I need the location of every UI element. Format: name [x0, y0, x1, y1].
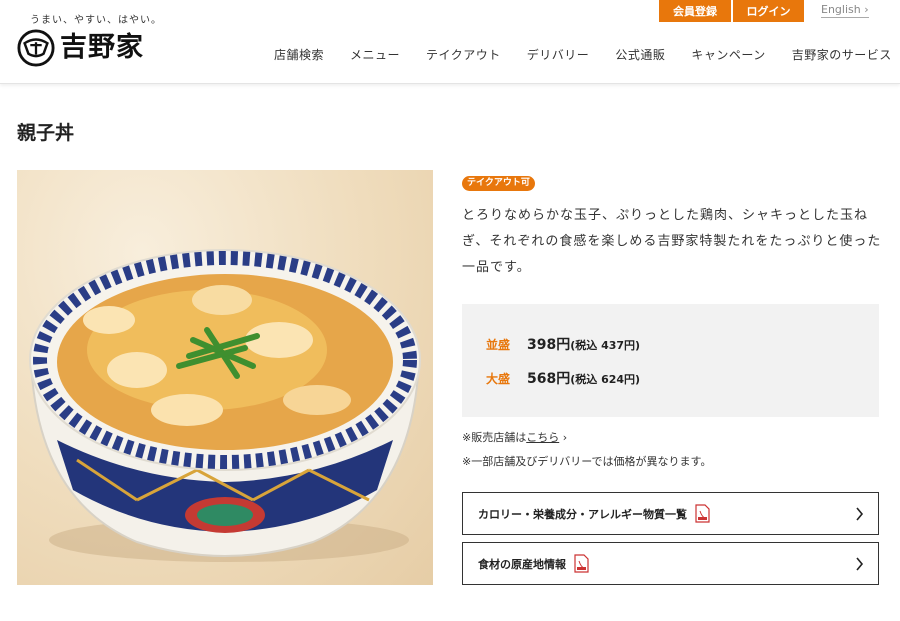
oyakodon-bowl-image	[29, 249, 421, 562]
register-button[interactable]: 会員登録	[659, 0, 731, 22]
logo-text: 吉野家	[60, 32, 144, 63]
english-label: English	[821, 3, 861, 16]
takeout-available-badge: テイクアウト可	[462, 176, 535, 191]
price-regular-tax: (税込 437円)	[570, 339, 641, 352]
site-logo[interactable]: 吉野家	[17, 29, 144, 67]
price-box: 並盛 398円 (税込 437円) 大盛 568円 (税込 624円)	[462, 304, 879, 417]
size-label-large: 大盛	[486, 372, 511, 386]
pdf-file-icon	[574, 554, 589, 573]
nav-takeout[interactable]: テイクアウト	[426, 46, 501, 63]
price-large: 568円	[527, 371, 571, 387]
nav-store-search[interactable]: 店舗検索	[274, 46, 324, 63]
nutrition-info-link[interactable]: カロリー・栄養成分・アレルギー物質一覧	[462, 492, 879, 535]
chevron-right-icon	[856, 557, 864, 571]
price-note: ※一部店舗及びデリバリーでは価格が異なります。	[462, 455, 712, 468]
nav-menu[interactable]: メニュー	[350, 46, 400, 63]
size-label-regular: 並盛	[486, 338, 511, 352]
pdf-file-icon	[695, 504, 710, 523]
english-link[interactable]: English ›	[821, 3, 869, 18]
login-button[interactable]: ログイン	[733, 0, 804, 22]
product-description: とろりなめらかな玉子、ぷりっとした鶏肉、シャキっとした玉ねぎ、それぞれの食感を楽…	[462, 208, 882, 275]
nav-delivery[interactable]: デリバリー	[527, 46, 590, 63]
price-regular: 398円	[527, 337, 571, 353]
price-large-tax: (税込 624円)	[570, 373, 641, 386]
nav-online-shop[interactable]: 公式通販	[615, 46, 665, 63]
store-note-prefix: ※販売店舗は	[462, 431, 527, 444]
nav-services[interactable]: 吉野家のサービス	[792, 46, 892, 63]
nutrition-info-label: カロリー・栄養成分・アレルギー物質一覧	[478, 507, 687, 521]
price-row-large: 大盛 568円 (税込 624円)	[486, 368, 640, 388]
yoshinoya-logo-icon	[17, 29, 55, 67]
ingredient-origin-link[interactable]: 食材の原産地情報	[462, 542, 879, 585]
chevron-right-icon: ›	[559, 431, 568, 444]
tagline: うまい、やすい、はやい。	[30, 15, 162, 26]
page-title: 親子丼	[17, 122, 75, 144]
price-row-regular: 並盛 398円 (税込 437円)	[486, 334, 640, 354]
ingredient-origin-label: 食材の原産地情報	[478, 557, 566, 571]
top-buttons: 会員登録 ログイン	[659, 0, 804, 22]
chevron-right-icon	[856, 507, 864, 521]
store-note: ※販売店舗はこちら ›	[462, 429, 567, 445]
nav-campaign[interactable]: キャンペーン	[691, 46, 765, 63]
product-photo	[17, 170, 433, 585]
store-list-link[interactable]: こちら	[526, 431, 559, 444]
site-header: うまい、やすい、はやい。 吉野家 会員登録 ログイン English › 店舗検…	[0, 0, 900, 84]
main-nav: 店舗検索 メニュー テイクアウト デリバリー 公式通販 キャンペーン 吉野家のサ…	[274, 46, 892, 63]
